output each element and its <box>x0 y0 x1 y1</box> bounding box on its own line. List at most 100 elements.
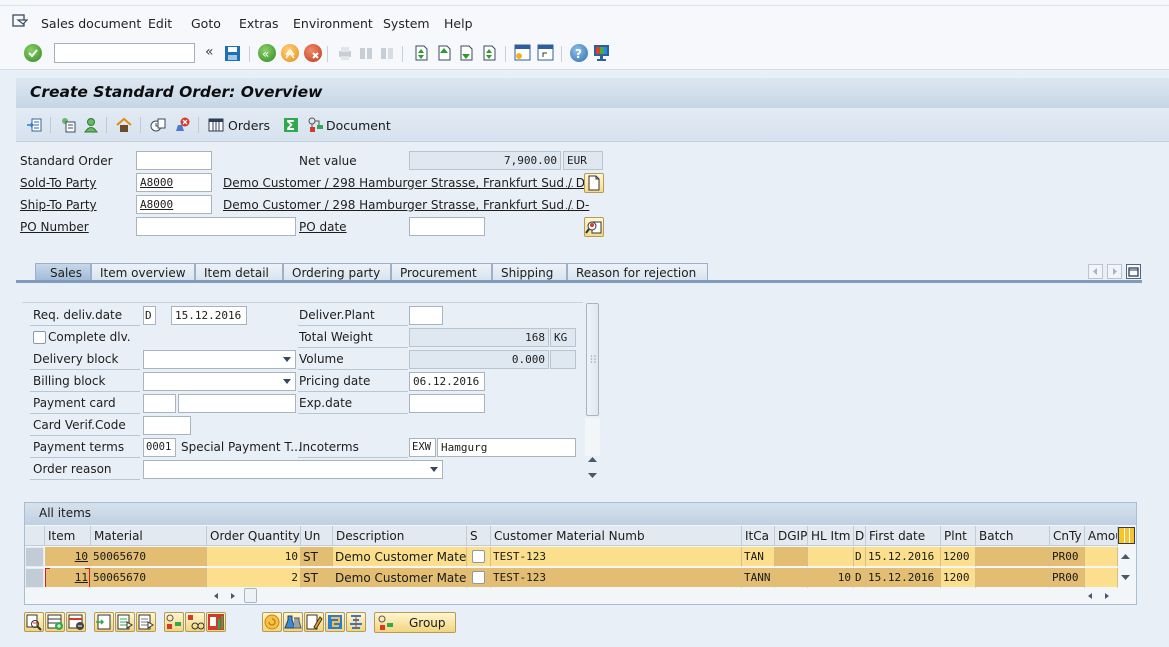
req-deliv-date-type-field[interactable]: D <box>143 306 156 325</box>
table-row-1-amount[interactable] <box>1085 547 1118 567</box>
display-customer-button[interactable] <box>584 217 604 237</box>
sum-icon[interactable]: Σ <box>283 117 299 133</box>
table-row-1-first-date[interactable]: 15.12.2016 <box>866 547 941 567</box>
table-row-2-batch[interactable] <box>976 568 1050 588</box>
col-description[interactable]: Description <box>333 526 467 546</box>
menu-system[interactable]: System <box>383 16 430 31</box>
incoterms-code-field[interactable]: EXW <box>409 438 436 457</box>
po-number-label[interactable]: PO Number <box>20 220 89 234</box>
col-condition-type[interactable]: CnTy <box>1050 526 1085 546</box>
tab-sales[interactable]: Sales <box>35 263 91 281</box>
ship-to-party-label[interactable]: Ship-To Party <box>20 198 97 212</box>
tab-list-button[interactable] <box>1126 264 1141 279</box>
sold-to-party-label[interactable]: Sold-To Party <box>20 176 96 190</box>
command-field[interactable] <box>54 43 195 63</box>
status-overview-icon[interactable] <box>150 117 166 133</box>
home-address-icon[interactable] <box>116 117 132 133</box>
table-icon[interactable] <box>208 117 224 133</box>
header-details-icon[interactable] <box>60 117 76 133</box>
tab-item-overview[interactable]: Item overview <box>91 263 195 281</box>
ship-to-address-link[interactable]: Demo Customer / 298 Hamburger Strasse, F… <box>223 198 589 212</box>
col-first-date[interactable]: First date <box>866 526 941 546</box>
previous-page-icon[interactable] <box>436 44 452 62</box>
col-item-category[interactable]: ItCa <box>742 526 775 546</box>
edit-pricing-button[interactable] <box>304 612 324 632</box>
col-order-quantity[interactable]: Order Quantity <box>207 526 301 546</box>
row-1-checkbox[interactable] <box>472 550 485 563</box>
grid-scroll-right-icon[interactable] <box>228 591 238 601</box>
table-row-1-description[interactable]: Demo Customer Mater... <box>333 547 467 567</box>
table-row-2-customer-material[interactable]: TEST-123 <box>491 568 742 588</box>
last-page-icon[interactable] <box>481 44 497 62</box>
scroll-up-icon[interactable] <box>587 455 598 465</box>
table-row-1-unit[interactable]: ST <box>301 547 333 567</box>
scroll-down-icon[interactable] <box>587 470 598 480</box>
shortcut-icon[interactable] <box>537 44 554 62</box>
group-button[interactable]: Group <box>374 612 456 633</box>
sold-to-party-field[interactable]: A8000 <box>136 173 212 192</box>
table-row-1-item[interactable]: 10 <box>45 547 91 567</box>
collapse-command-icon[interactable]: « <box>205 44 214 60</box>
table-row-1-item-category[interactable]: TAN <box>742 547 775 567</box>
menu-environment[interactable]: Environment <box>293 16 373 31</box>
delivery-block-dropdown[interactable] <box>143 350 296 369</box>
chart-button[interactable] <box>206 612 226 632</box>
first-page-icon[interactable] <box>413 44 429 62</box>
row-2-checkbox[interactable] <box>472 571 485 584</box>
col-d[interactable]: D <box>854 526 866 546</box>
distribute-button[interactable] <box>346 612 366 632</box>
table-row-1-condition-type[interactable]: PR00 <box>1050 547 1085 567</box>
table-row-2-quantity[interactable]: 2 <box>207 568 301 588</box>
display-structure-button[interactable] <box>185 612 205 632</box>
req-deliv-date-field[interactable]: 15.12.2016 <box>171 306 247 325</box>
table-row-2-unit[interactable]: ST <box>301 568 333 588</box>
table-row-1-batch[interactable] <box>976 547 1050 567</box>
table-row-2-first-date[interactable]: 15.12.2016 <box>866 568 941 588</box>
customize-layout-icon[interactable] <box>593 44 610 62</box>
table-row-1-dgip[interactable] <box>775 547 808 567</box>
menu-goto[interactable]: Goto <box>191 16 221 31</box>
document-flow-icon[interactable] <box>308 117 324 133</box>
tab-scroll-right-button[interactable] <box>1107 264 1122 279</box>
payment-card-type-field[interactable] <box>143 394 176 413</box>
cancel-icon[interactable] <box>304 44 322 62</box>
select-block-button[interactable] <box>115 612 135 632</box>
menu-extras[interactable]: Extras <box>239 16 279 31</box>
menu-icon[interactable] <box>12 14 28 28</box>
table-row-2-item-category[interactable]: TANN <box>742 568 775 588</box>
table-row-1-customer-material[interactable]: TEST-123 <box>491 547 742 567</box>
table-row-1-hl-item[interactable] <box>808 547 854 567</box>
sold-to-address-link[interactable]: Demo Customer / 298 Hamburger Strasse, F… <box>223 176 589 190</box>
order-reason-dropdown[interactable] <box>143 460 443 479</box>
header-document-button[interactable] <box>584 173 604 193</box>
table-row-1-quantity[interactable]: 10 <box>207 547 301 567</box>
tab-reason-for-rejection[interactable]: Reason for rejection <box>567 263 708 281</box>
enter-check-icon[interactable] <box>24 44 42 62</box>
col-material[interactable]: Material <box>91 526 207 546</box>
panel-vertical-scrollbar[interactable] <box>585 302 600 482</box>
incoterms-location-field[interactable]: Hamgurg <box>437 438 576 457</box>
table-row-2-condition-type[interactable]: PR00 <box>1050 568 1085 588</box>
table-row-2-amount[interactable] <box>1085 568 1118 588</box>
exp-date-field[interactable] <box>409 394 485 413</box>
grid-horizontal-scroll-thumb[interactable] <box>244 588 257 603</box>
po-number-field[interactable] <box>136 217 296 236</box>
delete-partner-icon[interactable] <box>174 117 190 133</box>
business-partner-icon[interactable] <box>83 117 99 133</box>
table-row-2-plant[interactable]: 1200 <box>941 568 976 588</box>
tab-item-detail[interactable]: Item detail <box>195 263 283 281</box>
row-selector[interactable] <box>25 547 44 567</box>
table-row-2-hl-item[interactable]: 10 <box>808 568 854 588</box>
tab-shipping[interactable]: Shipping <box>492 263 567 281</box>
table-row-1-d[interactable]: D <box>854 547 866 567</box>
menu-help[interactable]: Help <box>444 16 473 31</box>
ship-to-party-field[interactable]: A8000 <box>136 195 212 214</box>
grid-scroll-left-icon[interactable] <box>211 591 221 601</box>
table-row-1-material[interactable]: 50065670 <box>91 547 207 567</box>
save-icon[interactable] <box>224 45 241 62</box>
sold-to-more-indicator[interactable]: ... <box>565 180 574 190</box>
deliver-plant-field[interactable] <box>409 306 443 325</box>
po-date-field[interactable] <box>409 217 485 236</box>
col-unit[interactable]: Un <box>301 526 333 546</box>
table-row-1-plant[interactable]: 1200 <box>941 547 976 567</box>
